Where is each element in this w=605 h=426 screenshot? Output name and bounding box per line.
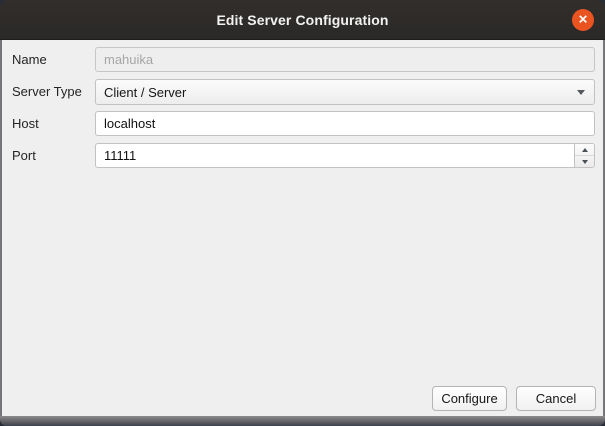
spin-down-button[interactable]: [575, 156, 594, 167]
cancel-button[interactable]: Cancel: [516, 386, 596, 411]
dialog-title: Edit Server Configuration: [216, 12, 388, 28]
server-type-dropdown[interactable]: Client / Server: [95, 79, 595, 105]
port-spin-buttons: [574, 144, 594, 167]
close-icon: ✕: [578, 14, 588, 26]
close-button[interactable]: ✕: [572, 9, 594, 31]
host-field[interactable]: [95, 111, 595, 136]
name-label: Name: [12, 47, 92, 72]
spin-up-icon: [582, 148, 588, 152]
server-type-value: Client / Server: [104, 85, 186, 100]
titlebar: Edit Server Configuration ✕: [0, 0, 605, 40]
spin-down-icon: [582, 160, 588, 164]
server-type-label: Server Type: [12, 79, 92, 105]
name-field: [95, 47, 595, 72]
port-spinbox: [95, 143, 595, 168]
chevron-down-icon: [577, 90, 585, 95]
port-field[interactable]: [96, 144, 574, 167]
window-bottom-border: [0, 416, 605, 426]
dialog-body: Name Server Type Client / Server Host Po…: [0, 40, 605, 416]
port-label: Port: [12, 143, 92, 168]
spin-up-button[interactable]: [575, 144, 594, 156]
edit-server-configuration-dialog: Edit Server Configuration ✕ Name Server …: [0, 0, 605, 426]
configure-button[interactable]: Configure: [432, 386, 507, 411]
host-label: Host: [12, 111, 92, 136]
